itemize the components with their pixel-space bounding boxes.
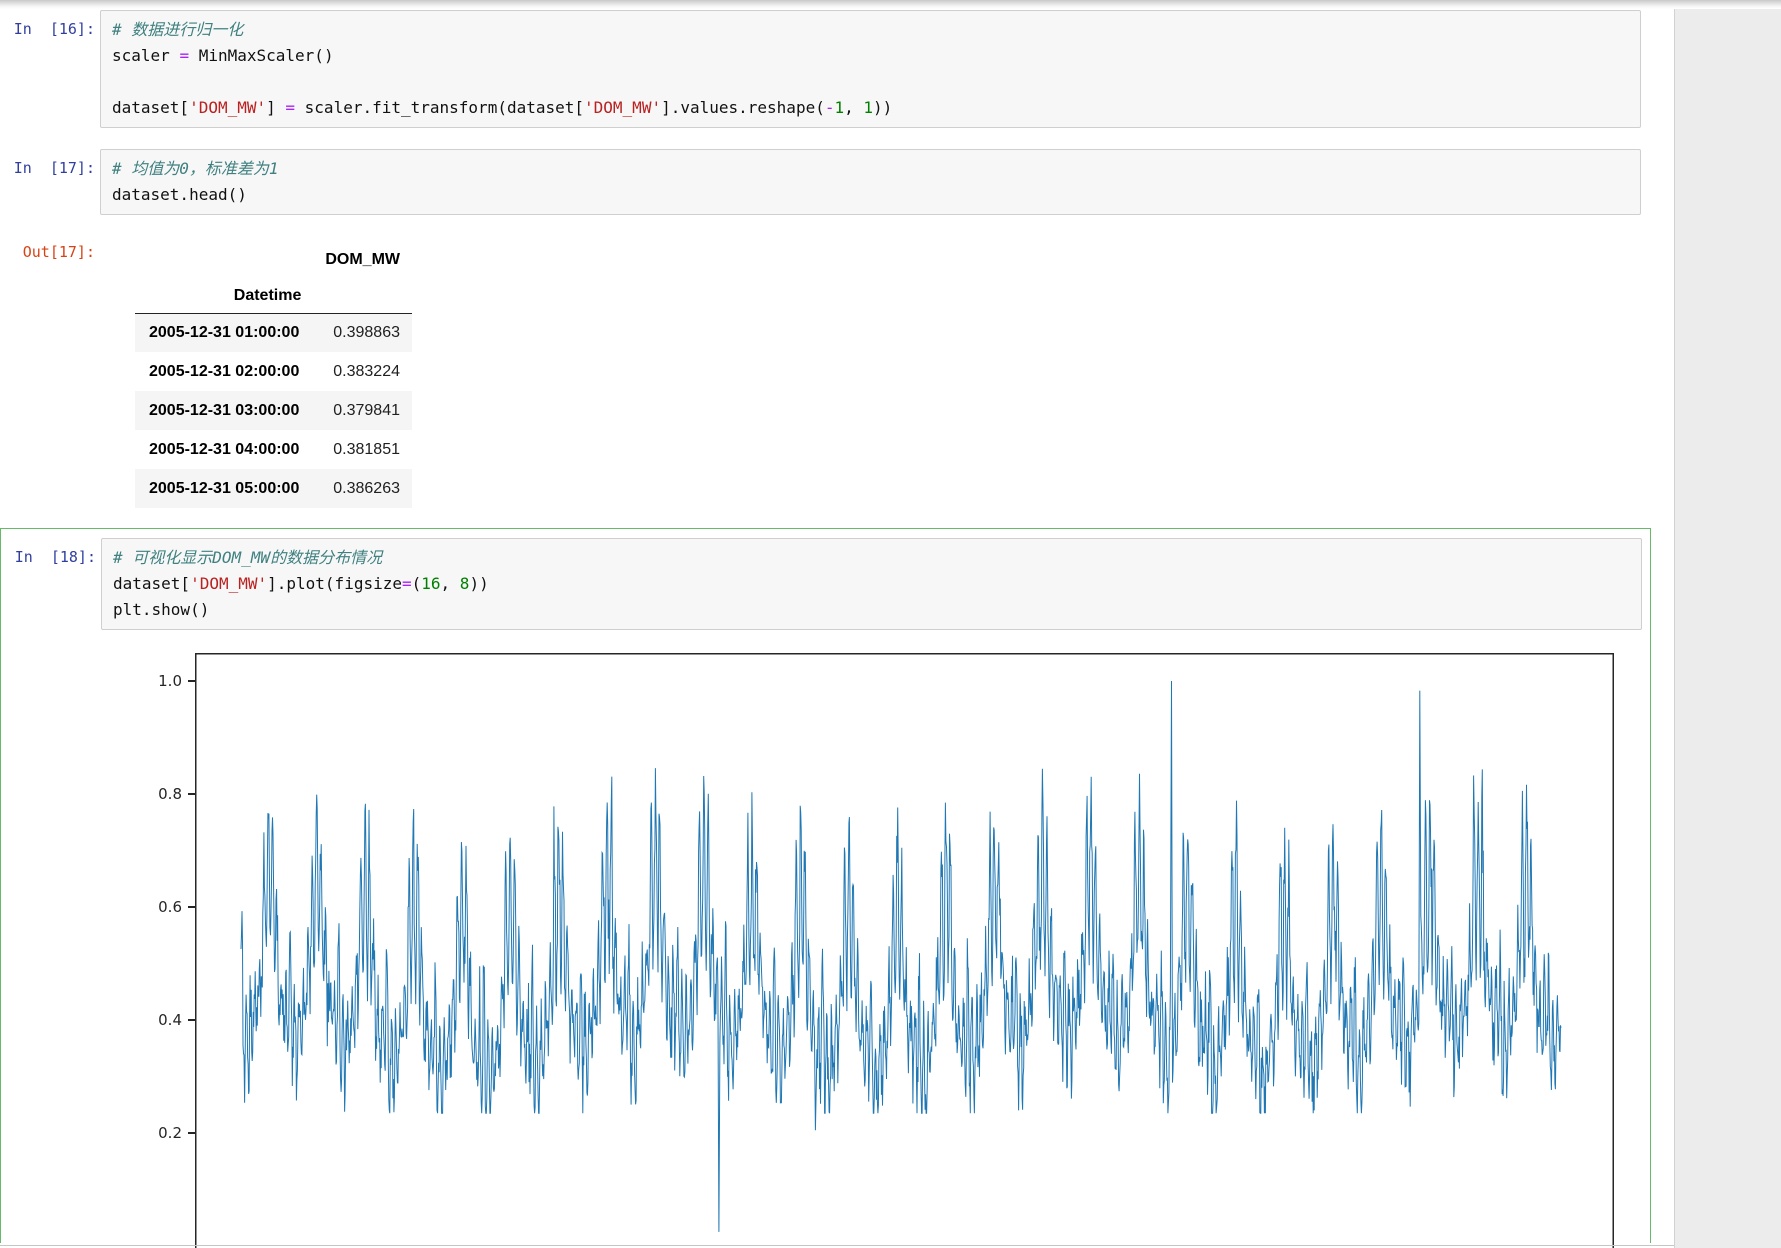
- notebook-area: In [16]: # 数据进行归一化 scaler = MinMaxScaler(…: [0, 0, 1673, 1248]
- code-line: scaler = MinMaxScaler(): [112, 43, 1629, 69]
- code-line: dataset['DOM_MW'].plot(figsize=(16, 8)): [113, 571, 1630, 597]
- y-tick-label: 0.2: [158, 1124, 182, 1142]
- output-prompt-17: Out[17]:: [22, 243, 95, 261]
- row-value-cell: 0.383224: [333, 362, 400, 380]
- page-right-gutter: [1674, 0, 1781, 1248]
- code-token-pl: ,: [440, 574, 460, 593]
- code-token-pl: plt.show(): [113, 600, 210, 619]
- code-cell-16: In [16]: # 数据进行归一化 scaler = MinMaxScaler(…: [0, 10, 1673, 128]
- code-token-op: =: [401, 574, 412, 593]
- cell-spacer: [0, 215, 1673, 237]
- cell-spacer: [0, 128, 1673, 149]
- y-tick-label: 0.8: [158, 785, 182, 803]
- row-index-cell: 2005-12-31 01:00:00: [149, 323, 300, 341]
- code-token-pl: dataset[: [112, 98, 190, 117]
- window-top-shadow: [0, 0, 1781, 9]
- input-prompt-16: In [16]:: [13, 20, 95, 38]
- code-token-com: # 可视化显示DOM_MW的数据分布情况: [113, 548, 383, 567]
- code-token-pl: ].plot(figsize: [267, 574, 402, 593]
- code-token-pl: scaler: [112, 46, 180, 65]
- code-token-op: =: [285, 98, 296, 117]
- column-header: DOM_MW: [325, 251, 400, 268]
- index-corner-cell: [135, 241, 313, 279]
- code-cell-17: In [17]: # 均值为0，标准差为1 dataset.head(): [0, 149, 1673, 215]
- code-line: dataset.head(): [112, 182, 1629, 208]
- code-token-pl: ].values.reshape(: [661, 98, 825, 117]
- y-tick-mark: [188, 1132, 195, 1134]
- table-index-name-row: Datetime: [135, 279, 412, 313]
- index-name-filler: [313, 279, 412, 313]
- code-cell-18-selected[interactable]: In [18]: # 可视化显示DOM_MW的数据分布情况 dataset['DO…: [0, 528, 1651, 1248]
- y-tick-label: 1.0: [158, 672, 182, 690]
- row-index-cell: 2005-12-31 05:00:00: [149, 479, 300, 497]
- row-value-cell: 0.381851: [333, 440, 400, 458]
- dataframe-table: DOM_MW Datetime 2005-12-31 01:00:00 0.398…: [135, 241, 412, 508]
- row-index-cell: 2005-12-31 03:00:00: [149, 401, 300, 419]
- y-tick-mark: [188, 680, 195, 682]
- viewport-bottom-edge: [0, 1245, 1674, 1246]
- y-tick-mark: [188, 1019, 195, 1021]
- code-token-str: 'DOM_MW': [190, 574, 268, 593]
- input-prompt-18: In [18]:: [14, 548, 96, 566]
- code-token-op: =: [179, 46, 190, 65]
- code-token-num: 16: [421, 574, 441, 593]
- code-token-pl: dataset.head(): [112, 185, 247, 204]
- code-input-18[interactable]: # 可视化显示DOM_MW的数据分布情况 dataset['DOM_MW'].pl…: [101, 538, 1642, 630]
- code-token-str: 'DOM_MW': [189, 98, 267, 117]
- code-token-pl: MinMaxScaler(): [189, 46, 334, 65]
- output-content-17: DOM_MW Datetime 2005-12-31 01:00:00 0.398…: [100, 237, 1673, 508]
- y-tick-mark: [188, 906, 195, 908]
- row-value-cell: 0.379841: [333, 401, 400, 419]
- code-line: # 数据进行归一化: [112, 17, 1629, 43]
- code-token-pl: dataset[: [113, 574, 191, 593]
- code-token-com: # 数据进行归一化: [112, 20, 244, 39]
- matplotlib-figure: 1.0 0.8 0.6 0.4 0.2: [1, 653, 1651, 1248]
- row-index-cell: 2005-12-31 02:00:00: [149, 362, 300, 380]
- table-row: 2005-12-31 02:00:00 0.383224: [135, 352, 412, 391]
- code-line: plt.show(): [113, 597, 1630, 623]
- output-area-17: Out[17]: DOM_MW Datetime 2005-12-31 01:0…: [0, 237, 1673, 508]
- code-token-num: 1: [863, 98, 874, 117]
- table-row: 2005-12-31 05:00:00 0.386263: [135, 469, 412, 508]
- code-line: # 可视化显示DOM_MW的数据分布情况: [113, 545, 1630, 571]
- code-line: # 均值为0，标准差为1: [112, 156, 1629, 182]
- code-token-num: 8: [459, 574, 470, 593]
- y-tick-mark: [188, 793, 195, 795]
- table-row: 2005-12-31 03:00:00 0.379841: [135, 391, 412, 430]
- y-tick-label: 0.4: [158, 1011, 182, 1029]
- code-token-num: 1: [834, 98, 845, 117]
- code-line: dataset['DOM_MW'] = scaler.fit_transform…: [112, 95, 1629, 121]
- code-token-pl: )): [873, 98, 893, 117]
- code-input-16[interactable]: # 数据进行归一化 scaler = MinMaxScaler() dataset…: [100, 10, 1641, 128]
- table-row: 2005-12-31 01:00:00 0.398863: [135, 313, 412, 352]
- code-token-pl: )): [469, 574, 489, 593]
- row-value-cell: 0.386263: [333, 479, 400, 497]
- code-token-pl: ,: [844, 98, 864, 117]
- code-input-17[interactable]: # 均值为0，标准差为1 dataset.head(): [100, 149, 1641, 215]
- code-token-str: 'DOM_MW': [584, 98, 662, 117]
- table-row: 2005-12-31 04:00:00 0.381851: [135, 430, 412, 469]
- table-column-header-row: DOM_MW: [135, 241, 412, 279]
- dom-mw-series-line: [240, 680, 1562, 1232]
- code-token-pl: ]: [266, 98, 286, 117]
- input-prompt-17: In [17]:: [13, 159, 95, 177]
- code-token-pl: scaler.fit_transform(dataset[: [295, 98, 585, 117]
- index-name: Datetime: [233, 286, 302, 304]
- cell-spacer: [0, 508, 1673, 528]
- y-tick-label: 0.6: [158, 898, 182, 916]
- code-token-com: # 均值为0，标准差为1: [112, 159, 279, 178]
- row-value-cell: 0.398863: [333, 323, 400, 341]
- code-token-pl: (: [411, 574, 422, 593]
- line-chart: [195, 653, 1614, 1248]
- row-index-cell: 2005-12-31 04:00:00: [149, 440, 300, 458]
